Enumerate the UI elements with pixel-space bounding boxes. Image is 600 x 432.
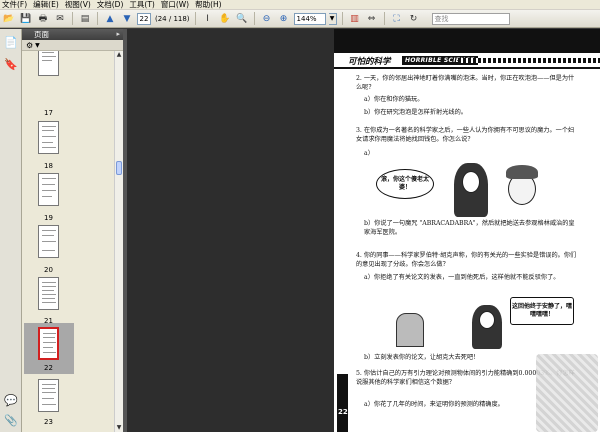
zoom-out-icon[interactable]: ⊖ — [260, 12, 274, 26]
page-top-border — [334, 29, 600, 53]
toolbar-divider — [341, 12, 343, 25]
hand-tool-icon[interactable]: ✋ — [218, 12, 232, 26]
bookmarks-panel-icon[interactable]: 🔖 — [4, 57, 18, 71]
attachments-panel-icon[interactable]: 📎 — [4, 413, 18, 427]
save-icon[interactable]: 💾 — [19, 12, 33, 26]
print-icon[interactable]: 🖶 — [36, 12, 50, 26]
question-4: 4. 你的同事——科学家罗伯特·胡克声称，你的有关光的一些实验是错误的。你们的意… — [356, 252, 577, 268]
page-thumbnail[interactable] — [38, 173, 59, 206]
chevron-down-icon[interactable]: ▼ — [35, 42, 40, 49]
panel-options-icon[interactable]: ⚙ — [26, 41, 33, 50]
running-header-title: 可怕的科学 — [348, 57, 391, 67]
thumbnail-label: 23 — [44, 418, 53, 426]
page-thumbnail[interactable] — [38, 379, 59, 412]
pages-panel-toolbar: ⚙ ▼ — [22, 40, 123, 51]
thumbnail-label: 20 — [44, 266, 53, 274]
newton-face — [462, 171, 480, 193]
fit-width-icon[interactable]: ⇔ — [365, 12, 379, 26]
toolbar-divider — [194, 12, 196, 25]
page-thumbnail[interactable] — [38, 121, 59, 154]
scroll-up-icon[interactable]: ▲ — [115, 51, 123, 59]
page-thumbnail[interactable] — [38, 51, 59, 76]
pages-panel-title: 页面 — [34, 30, 49, 39]
thumbnail-label: 22 — [44, 364, 53, 372]
menu-window[interactable]: 窗口(W) — [161, 0, 189, 10]
comments-panel-icon[interactable]: 💬 — [4, 393, 18, 407]
select-tool-icon[interactable]: I — [201, 12, 215, 26]
scroll-down-icon[interactable]: ▼ — [115, 424, 123, 432]
question-2-option-b: b）你在研究泡泡是怎样折射光线的。 — [364, 109, 467, 116]
toolbar-divider — [383, 12, 385, 25]
page-thumbnail-selected[interactable] — [38, 327, 59, 360]
navigation-pane-strip: 📄 🔖 💬 📎 — [0, 29, 22, 432]
thumbnail-label: 17 — [44, 109, 53, 117]
previous-page-icon[interactable]: ▲ — [103, 12, 117, 26]
thumbnail-scrollbar[interactable]: ▲ ▼ — [114, 51, 123, 432]
question-3: 3. 在你成为一名著名的科学家之后，一些人认为你拥有不可思议的魔力。一个妇女请求… — [356, 127, 575, 143]
email-icon[interactable]: ✉ — [53, 12, 67, 26]
panel-splitter[interactable] — [123, 29, 127, 432]
pdf-page: 可怕的科学 HORRIBLE SCIENCE 2. 一天，你的邻居出神地盯着你满… — [334, 29, 600, 432]
panel-options-icon[interactable]: ▸ — [116, 29, 120, 40]
speech-bubble: 这回他终于安静了，嘿嘿嘿嘿！ — [510, 297, 574, 325]
fit-page-icon[interactable]: ▥ — [348, 12, 362, 26]
menu-tools[interactable]: 工具(T) — [129, 0, 154, 10]
thumbnail-list: 17 18 19 20 21 22 23 — [22, 51, 114, 432]
search-input[interactable]: 查找 — [431, 12, 510, 25]
menu-document[interactable]: 文档(D) — [97, 0, 124, 10]
menu-edit[interactable]: 编辑(E) — [33, 0, 59, 10]
page-count: (24 / 118) — [155, 14, 190, 23]
scrollbar-thumb[interactable] — [116, 161, 122, 175]
thumbnail-label: 18 — [44, 162, 53, 170]
pages-panel-icon[interactable]: 📄 — [4, 35, 18, 49]
cartoon-illustration-2: 这回他终于安静了，嘿嘿嘿嘿！ — [366, 295, 576, 349]
zoom-in-icon[interactable]: ⊕ — [277, 12, 291, 26]
woman-hair — [506, 165, 538, 179]
watermark-stamp — [536, 354, 598, 432]
menu-file[interactable]: 文件(F) — [2, 0, 27, 10]
question-2: 2. 一天，你的邻居出神地盯着你满嘴的泡沫。当时，你正在吹泡泡——但是为什么呢？ — [356, 75, 575, 91]
toolbar: 📂 💾 🖶 ✉ ▤ ▲ ▼ 22 (24 / 118) I ✋ 🔍 ⊖ ⊕ 14… — [0, 10, 600, 28]
pages-panel: 页面 ▸ ⚙ ▼ 17 18 19 20 21 22 23 ▲ ▼ — [22, 29, 123, 432]
page-number-tab: 22 — [337, 374, 348, 432]
zoom-tool-icon[interactable]: 🔍 — [235, 12, 249, 26]
question-3-option-b: b）你说了一句魔咒 "ABRACADABRA"，然后就把她送去参观格林威治的皇家… — [364, 220, 575, 236]
toolbar-divider — [97, 12, 98, 25]
cartoon-illustration-1: 滚，你这个傻老太婆！ — [370, 157, 566, 217]
toolbar-divider — [253, 12, 255, 25]
toolbar-divider — [72, 12, 73, 25]
full-screen-icon[interactable]: ⛶ — [390, 12, 404, 26]
question-2-option-a: a）你在和你的猫玩。 — [364, 96, 424, 103]
speech-bubble: 滚，你这个傻老太婆！ — [376, 169, 434, 199]
next-page-icon[interactable]: ▼ — [120, 12, 134, 26]
create-pdf-icon[interactable]: ▤ — [78, 12, 92, 26]
page-thumbnail[interactable] — [38, 225, 59, 258]
zoom-dropdown-icon[interactable]: ▼ — [328, 12, 337, 25]
page-thumbnail[interactable] — [38, 277, 59, 310]
question-4-option-a: a）你拒绝了有关论文的发表，一直到他死后，这样他就不能反驳你了。 — [364, 274, 560, 281]
newton-face — [479, 311, 495, 329]
page-number: 22 — [338, 408, 348, 416]
page-number-input[interactable]: 22 — [137, 12, 151, 25]
gravestone-icon — [396, 313, 424, 347]
pages-panel-header: 页面 ▸ — [22, 29, 123, 40]
document-view[interactable]: 可怕的科学 HORRIBLE SCIENCE 2. 一天，你的邻居出神地盯着你满… — [123, 29, 600, 432]
header-stripe-decoration — [458, 58, 600, 63]
menu-bar: 文件(F) 编辑(E) 视图(V) 文档(D) 工具(T) 窗口(W) 帮助(H… — [0, 0, 600, 10]
open-icon[interactable]: 📂 — [2, 12, 16, 26]
zoom-level-input[interactable]: 144% — [293, 12, 326, 25]
menu-help[interactable]: 帮助(H) — [195, 0, 222, 10]
rotate-icon[interactable]: ↻ — [407, 12, 421, 26]
thumbnail-label: 19 — [44, 214, 53, 222]
page-running-header: 可怕的科学 HORRIBLE SCIENCE — [334, 53, 600, 69]
menu-view[interactable]: 视图(V) — [65, 0, 91, 10]
